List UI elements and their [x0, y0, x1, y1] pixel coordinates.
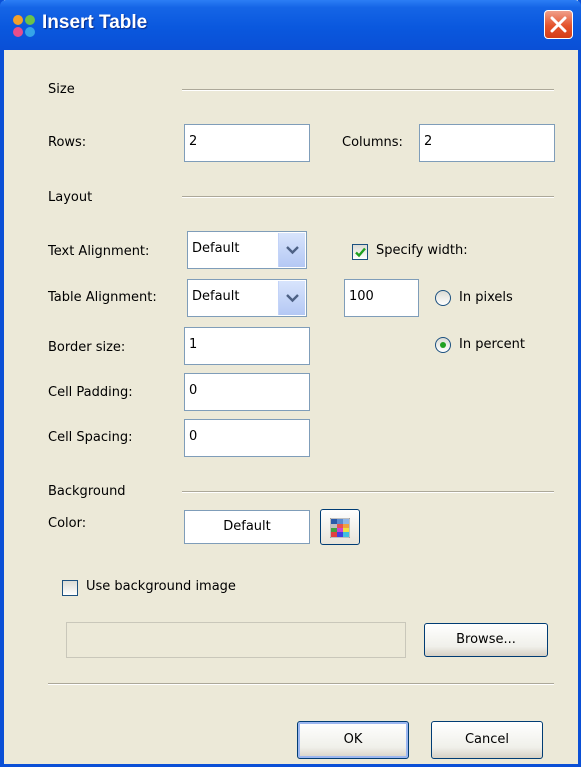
background-section-label: Background [48, 484, 126, 499]
window-title: Insert Table [42, 12, 148, 33]
color-label: Color: [48, 516, 87, 531]
ok-button[interactable]: OK [297, 721, 409, 759]
rows-label: Rows: [48, 135, 87, 150]
in-percent-label: In percent [459, 337, 525, 352]
color-palette-icon [330, 518, 350, 538]
chevron-down-icon[interactable] [278, 281, 305, 315]
cell-spacing-label: Cell Spacing: [48, 430, 133, 445]
footer-separator [48, 683, 554, 685]
in-pixels-label: In pixels [459, 290, 513, 305]
columns-label: Columns: [342, 135, 403, 150]
checkmark-icon [355, 247, 366, 258]
title-bar[interactable]: Insert Table [0, 0, 581, 50]
background-image-path-input[interactable] [66, 622, 406, 658]
specify-width-label: Specify width: [376, 243, 468, 258]
close-icon [550, 16, 567, 33]
columns-input[interactable]: 2 [419, 124, 555, 162]
browse-button[interactable]: Browse... [424, 623, 548, 657]
color-picker-button[interactable] [320, 509, 360, 545]
app-logo-icon [12, 14, 36, 38]
radio-selected-dot [440, 342, 446, 348]
table-alignment-select[interactable]: Default [187, 279, 307, 317]
cell-padding-label: Cell Padding: [48, 385, 133, 400]
table-alignment-value: Default [192, 289, 240, 304]
close-button[interactable] [544, 10, 573, 39]
cell-spacing-input[interactable]: 0 [184, 419, 310, 457]
specify-width-checkbox[interactable] [352, 244, 368, 260]
text-alignment-select[interactable]: Default [187, 231, 307, 269]
text-alignment-label: Text Alignment: [48, 244, 150, 259]
layout-separator [182, 196, 554, 198]
cancel-button[interactable]: Cancel [431, 721, 543, 759]
in-pixels-radio[interactable] [435, 290, 451, 306]
background-separator [182, 491, 554, 493]
rows-input[interactable]: 2 [184, 124, 310, 162]
background-color-button[interactable]: Default [184, 510, 310, 544]
cell-padding-input[interactable]: 0 [184, 373, 310, 411]
border-size-label: Border size: [48, 340, 126, 355]
width-input[interactable]: 100 [344, 279, 419, 317]
size-separator [182, 89, 554, 91]
use-background-image-checkbox[interactable] [62, 580, 78, 596]
layout-section-label: Layout [48, 190, 93, 205]
insert-table-dialog: Insert Table Size Rows: 2 Columns: 2 Lay… [0, 0, 581, 767]
size-section-label: Size [48, 82, 75, 97]
in-percent-radio[interactable] [435, 337, 451, 353]
chevron-down-icon[interactable] [278, 233, 305, 267]
border-size-input[interactable]: 1 [184, 327, 310, 365]
text-alignment-value: Default [192, 241, 240, 256]
use-background-image-label: Use background image [86, 579, 236, 594]
table-alignment-label: Table Alignment: [48, 290, 157, 305]
